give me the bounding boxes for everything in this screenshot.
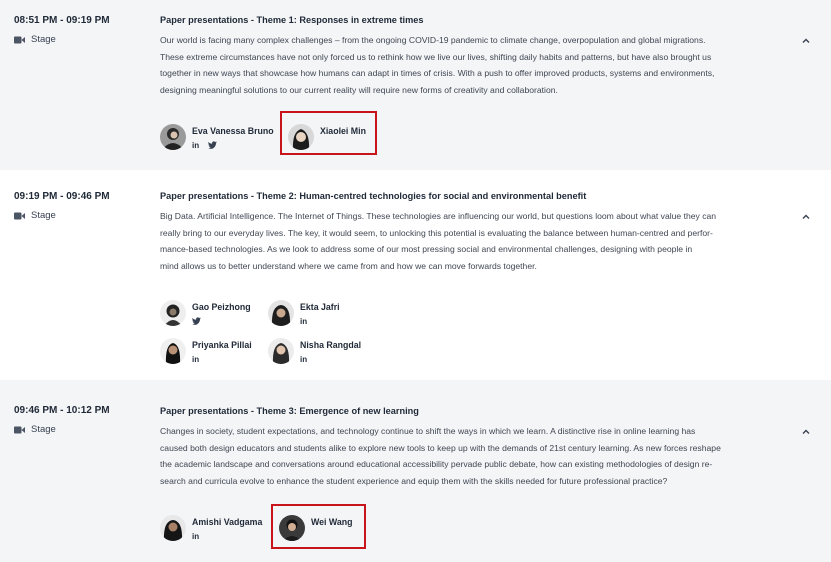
chevron-up-icon[interactable]	[801, 427, 811, 437]
description-line: really bring to our everyday lives. The …	[160, 227, 713, 238]
twitter-icon[interactable]	[208, 141, 218, 149]
description-line: mind allows us to better understand wher…	[160, 260, 537, 271]
session-theme-2: 09:19 PM - 09:46 PM Stage Paper presenta…	[0, 170, 831, 380]
session-venue: Stage	[14, 34, 56, 45]
description-line: search and curricula evolve to enhance t…	[160, 475, 668, 486]
linkedin-icon[interactable]: in	[192, 532, 199, 542]
avatar	[268, 300, 294, 326]
speaker-priyanka-pillai[interactable]: Priyanka Pillai in	[160, 338, 265, 370]
description-line: designing meaningful solutions to our cu…	[160, 84, 558, 95]
description-line: caused both design educators and student…	[160, 442, 721, 453]
session-theme-1: 08:51 PM - 09:19 PM Stage Paper presenta…	[0, 0, 831, 170]
speaker-name: Eva Vanessa Bruno	[192, 126, 274, 136]
venue-label: Stage	[31, 34, 56, 45]
chevron-up-icon[interactable]	[801, 212, 811, 222]
speaker-eva-vanessa-bruno[interactable]: Eva Vanessa Bruno in	[160, 124, 285, 156]
speaker-amishi-vadgama[interactable]: Amishi Vadgama in	[160, 515, 272, 547]
description-line: Changes in society, student expectations…	[160, 426, 696, 436]
session-title[interactable]: Paper presentations - Theme 2: Human-cen…	[160, 191, 586, 201]
session-time: 09:46 PM - 10:12 PM	[14, 405, 110, 416]
speaker-gao-peizhong[interactable]: Gao Peizhong	[160, 300, 265, 332]
session-time: 09:19 PM - 09:46 PM	[14, 191, 110, 202]
speaker-name: Nisha Rangdal	[300, 340, 362, 350]
video-camera-icon	[14, 212, 25, 219]
video-camera-icon	[14, 36, 25, 43]
description-line: together in new ways that showcase how h…	[160, 68, 715, 78]
linkedin-icon[interactable]: in	[192, 141, 199, 151]
description-line: Our world is facing many complex challen…	[160, 35, 706, 45]
session-description: Our world is facing many complex challen…	[160, 32, 800, 98]
description-line: the academic landscape and conversations…	[160, 459, 713, 469]
avatar	[160, 515, 186, 541]
description-line: These extreme circumstances have not onl…	[160, 51, 712, 62]
linkedin-icon[interactable]: in	[300, 355, 307, 365]
description-line: mance-based technologies. As we look to …	[160, 244, 693, 254]
avatar	[160, 124, 186, 150]
venue-label: Stage	[31, 424, 56, 435]
speaker-nisha-rangdal[interactable]: Nisha Rangdal in	[268, 338, 368, 370]
session-description: Changes in society, student expectations…	[160, 423, 800, 489]
session-venue: Stage	[14, 424, 56, 435]
session-time: 08:51 PM - 09:19 PM	[14, 15, 110, 26]
avatar	[160, 300, 186, 326]
session-title[interactable]: Paper presentations - Theme 3: Emergence…	[160, 406, 419, 416]
avatar	[160, 338, 186, 364]
session-theme-3: 09:46 PM - 10:12 PM Stage Paper presenta…	[0, 380, 831, 562]
linkedin-icon[interactable]: in	[192, 355, 199, 365]
highlight-box	[271, 504, 366, 549]
speaker-name: Ekta Jafri	[300, 302, 340, 312]
twitter-icon[interactable]	[192, 317, 201, 325]
linkedin-icon[interactable]: in	[300, 317, 307, 327]
speaker-name: Priyanka Pillai	[192, 340, 252, 350]
session-title[interactable]: Paper presentations - Theme 1: Responses…	[160, 15, 423, 25]
speaker-name: Gao Peizhong	[192, 302, 251, 312]
speaker-ekta-jafri[interactable]: Ekta Jafri in	[268, 300, 358, 332]
speaker-name: Amishi Vadgama	[192, 517, 263, 527]
highlight-box	[280, 111, 377, 155]
session-description: Big Data. Artificial Intelligence. The I…	[160, 208, 800, 274]
session-venue: Stage	[14, 210, 56, 221]
avatar	[268, 338, 294, 364]
description-line: Big Data. Artificial Intelligence. The I…	[160, 211, 717, 221]
venue-label: Stage	[31, 210, 56, 221]
chevron-up-icon[interactable]	[801, 36, 811, 46]
video-camera-icon	[14, 426, 25, 433]
